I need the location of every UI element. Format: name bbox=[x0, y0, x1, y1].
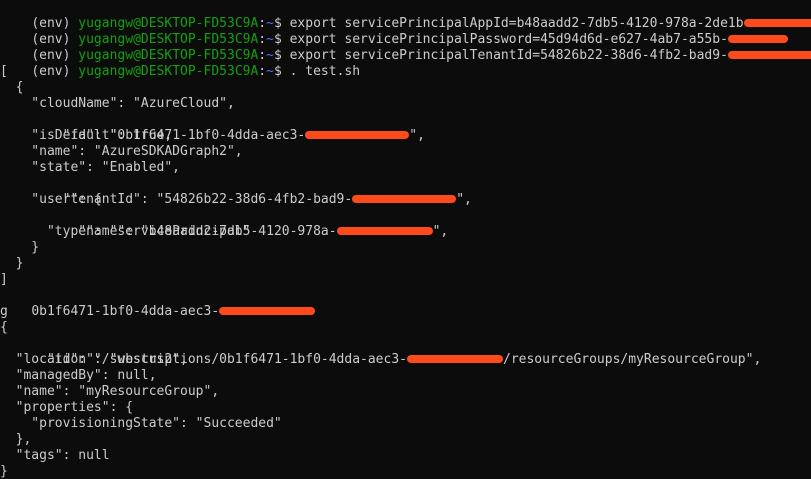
output-line-redacted: "id": "0b1f6471-1bf0-4dda-aec3- ", bbox=[0, 112, 425, 143]
output-line: }, bbox=[0, 432, 32, 447]
output-line: "name": "myResourceGroup", bbox=[0, 384, 220, 399]
redaction-mark bbox=[219, 306, 316, 315]
terminal-line-run-test: (env) yugangw@DESKTOP-FD53C9A:~$ . test.… bbox=[0, 48, 360, 79]
output-line-redacted: "id": "/subscriptions/0b1f6471-1bf0-4dda… bbox=[0, 336, 761, 367]
output-line: "user": { bbox=[0, 192, 102, 207]
output-text-after: ", bbox=[409, 128, 425, 143]
prompt-env: (env) bbox=[31, 64, 79, 79]
terminal-line-export-password: (env) yugangw@DESKTOP-FD53C9A:~$ export … bbox=[0, 16, 788, 47]
output-line: "location": "westus2", bbox=[0, 352, 188, 367]
redaction-mark bbox=[407, 354, 503, 363]
prompt-symbol: $ bbox=[273, 64, 290, 79]
output-text-after: /resourceGroups/myResourceGroup", bbox=[503, 352, 762, 367]
output-line: [ bbox=[0, 64, 8, 79]
output-line: "name": "AzureSDKADGraph2", bbox=[0, 144, 243, 159]
output-line: } bbox=[0, 256, 24, 271]
output-line: g bbox=[0, 304, 8, 319]
terminal-line-export-appid: (env) yugangw@DESKTOP-FD53C9A:~$ export … bbox=[0, 0, 811, 31]
output-line: "state": "Enabled", bbox=[0, 160, 181, 175]
output-text-after: ", bbox=[456, 192, 472, 207]
output-line: "tags": null bbox=[0, 448, 110, 463]
command-text: . test.sh bbox=[289, 64, 361, 79]
output-line: "provisioningState": "Succeeded" bbox=[0, 416, 282, 431]
output-text-after: ", bbox=[432, 224, 449, 239]
output-line: "type": "servicePrincipal" bbox=[0, 224, 251, 239]
output-line: { bbox=[0, 320, 8, 335]
output-line-redacted: "name": "b48aadd2-7db5-4120-978a- ", bbox=[0, 208, 448, 239]
output-line: "cloudName": "AzureCloud", bbox=[0, 96, 235, 111]
redaction-mark bbox=[336, 226, 433, 235]
output-line: } bbox=[0, 240, 40, 255]
redaction-mark bbox=[305, 130, 410, 139]
output-line: ] bbox=[0, 272, 8, 287]
output-line: } bbox=[0, 464, 8, 479]
output-line-redacted: 0b1f6471-1bf0-4dda-aec3- bbox=[0, 288, 316, 319]
output-text: 0b1f6471-1bf0-4dda-aec3- bbox=[31, 304, 220, 319]
terminal-window[interactable]: (env) yugangw@DESKTOP-FD53C9A:~$ export … bbox=[0, 0, 811, 479]
prompt-sep: : bbox=[258, 64, 267, 79]
prompt-path: ~ bbox=[266, 64, 274, 79]
output-line-redacted: "tenantId": "54826b22-38d6-4fb2-bad9- ", bbox=[0, 176, 472, 207]
output-line: "properties": { bbox=[0, 400, 134, 415]
output-line: "managedBy": null, bbox=[0, 368, 157, 383]
prompt-user-host: yugangw@DESKTOP-FD53C9A bbox=[78, 64, 259, 79]
output-line: "isDefault": true, bbox=[0, 128, 173, 143]
redaction-mark bbox=[352, 194, 457, 203]
redaction-mark bbox=[727, 50, 811, 59]
terminal-line-export-tenant: (env) yugangw@DESKTOP-FD53C9A:~$ export … bbox=[0, 32, 811, 63]
output-line: { bbox=[0, 80, 24, 95]
